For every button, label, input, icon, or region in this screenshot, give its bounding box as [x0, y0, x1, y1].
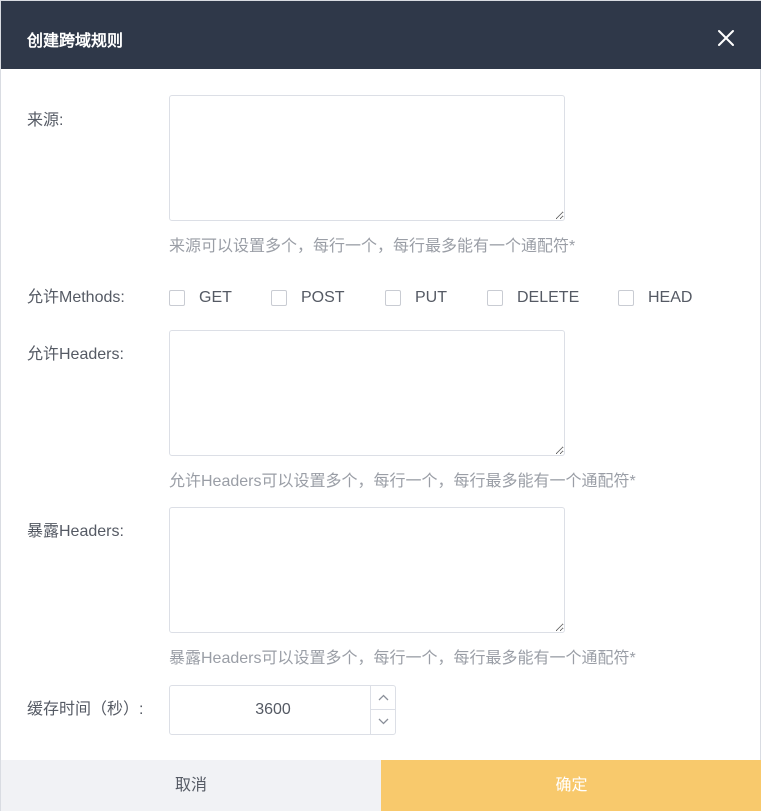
origin-label: 来源:	[27, 112, 64, 129]
method-label: POST	[301, 289, 345, 306]
cors-rule-dialog: 创建跨域规则 来源: 来源可以设置多个，每行一个，每行最多能有一个通配符* 允许…	[0, 0, 761, 811]
expose-headers-hint: 暴露Headers可以设置多个，每行一个，每行最多能有一个通配符*	[169, 650, 636, 667]
checkbox[interactable]	[385, 290, 401, 306]
allow-headers-textarea[interactable]	[169, 330, 565, 456]
checkbox[interactable]	[271, 290, 287, 306]
checkbox[interactable]	[487, 290, 503, 306]
method-label: PUT	[415, 289, 447, 306]
cache-time-label: 缓存时间（秒）:	[27, 701, 144, 718]
cache-time-input[interactable]: 3600	[169, 685, 396, 735]
confirm-button[interactable]: 确定	[381, 760, 761, 811]
checkbox[interactable]	[618, 290, 634, 306]
dialog-header: 创建跨域规则	[1, 1, 761, 69]
dialog-title: 创建跨域规则	[27, 33, 124, 50]
checkbox[interactable]	[169, 290, 185, 306]
chevron-up-icon[interactable]	[371, 686, 396, 710]
methods-label: 允许Methods:	[27, 289, 125, 306]
stepper	[370, 686, 396, 734]
allow-headers-hint: 允许Headers可以设置多个，每行一个，每行最多能有一个通配符*	[169, 473, 636, 490]
chevron-down-icon[interactable]	[371, 710, 396, 734]
cache-time-value[interactable]: 3600	[170, 700, 376, 720]
expose-headers-label: 暴露Headers:	[27, 523, 124, 540]
method-label: DELETE	[517, 289, 580, 306]
method-label: HEAD	[648, 289, 693, 306]
close-icon[interactable]	[715, 27, 737, 49]
dialog-footer: 取消 确定	[1, 760, 761, 811]
origin-hint: 来源可以设置多个，每行一个，每行最多能有一个通配符*	[169, 238, 576, 255]
method-label: GET	[199, 289, 232, 306]
origin-textarea[interactable]	[169, 95, 565, 221]
expose-headers-textarea[interactable]	[169, 507, 565, 633]
cancel-button[interactable]: 取消	[1, 760, 381, 811]
allow-headers-label: 允许Headers:	[27, 346, 124, 363]
